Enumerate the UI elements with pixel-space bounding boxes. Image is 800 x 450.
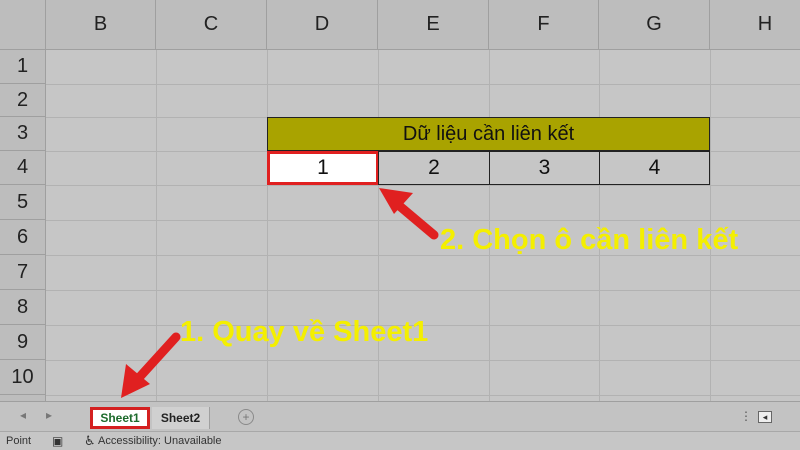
cell-f4[interactable]: 3 bbox=[489, 151, 600, 185]
sheet-tab-sheet1[interactable]: Sheet1 bbox=[90, 407, 150, 429]
spreadsheet-grid[interactable]: B C D E F G H 1 2 3 4 5 6 7 8 9 10 Dữ li… bbox=[0, 0, 800, 401]
tab-scroll-right-icon[interactable]: ▸ bbox=[46, 408, 52, 422]
more-options-icon[interactable]: ⋮ bbox=[740, 409, 752, 423]
gridline bbox=[46, 185, 800, 186]
row-header-7[interactable]: 7 bbox=[0, 255, 46, 290]
cell-d4-selected[interactable]: 1 bbox=[267, 151, 379, 185]
select-all-corner[interactable] bbox=[0, 0, 46, 50]
column-header-c[interactable]: C bbox=[156, 0, 267, 50]
sheet-tab-bar: ◂ ▸ Sheet1 Sheet2 + ⋮ ◂ bbox=[0, 401, 800, 431]
gridline bbox=[46, 220, 800, 221]
cell-g4[interactable]: 4 bbox=[599, 151, 710, 185]
column-header-e[interactable]: E bbox=[378, 0, 489, 50]
row-header-5[interactable]: 5 bbox=[0, 185, 46, 220]
annotation-step-1: 1. Quay về Sheet1 bbox=[180, 316, 429, 348]
row-header-3[interactable]: 3 bbox=[0, 117, 46, 151]
column-header-h[interactable]: H bbox=[710, 0, 800, 50]
row-header-4[interactable]: 4 bbox=[0, 151, 46, 185]
gridline bbox=[156, 50, 157, 401]
column-header-b[interactable]: B bbox=[46, 0, 156, 50]
sheet-tab-sheet2[interactable]: Sheet2 bbox=[152, 407, 210, 429]
column-header-g[interactable]: G bbox=[599, 0, 710, 50]
annotation-step-2: 2. Chọn ô cần liên kết bbox=[440, 224, 739, 256]
cell-e4[interactable]: 2 bbox=[378, 151, 490, 185]
row-header-2[interactable]: 2 bbox=[0, 84, 46, 117]
gridline bbox=[46, 290, 800, 291]
gridline bbox=[46, 395, 800, 396]
accessibility-icon[interactable]: ♿ bbox=[84, 433, 96, 449]
table-header-cell-d3[interactable]: Dữ liệu cần liên kết bbox=[267, 117, 710, 151]
add-sheet-icon[interactable]: + bbox=[238, 409, 254, 425]
gridline bbox=[46, 84, 800, 85]
column-header-d[interactable]: D bbox=[267, 0, 378, 50]
macro-record-icon[interactable]: ▣ bbox=[52, 434, 63, 448]
column-header-f[interactable]: F bbox=[489, 0, 599, 50]
row-header-6[interactable]: 6 bbox=[0, 220, 46, 255]
status-bar: Point ▣ ♿ Accessibility: Unavailable bbox=[0, 431, 800, 450]
row-header-10[interactable]: 10 bbox=[0, 360, 46, 395]
row-header-1[interactable]: 1 bbox=[0, 50, 46, 84]
tab-scroll-left-icon[interactable]: ◂ bbox=[20, 408, 26, 422]
row-header-8[interactable]: 8 bbox=[0, 290, 46, 325]
gridline bbox=[46, 360, 800, 361]
row-header-9[interactable]: 9 bbox=[0, 325, 46, 360]
scroll-left-icon[interactable]: ◂ bbox=[758, 411, 772, 423]
status-mode: Point bbox=[6, 435, 32, 447]
accessibility-status[interactable]: Accessibility: Unavailable bbox=[98, 435, 222, 447]
